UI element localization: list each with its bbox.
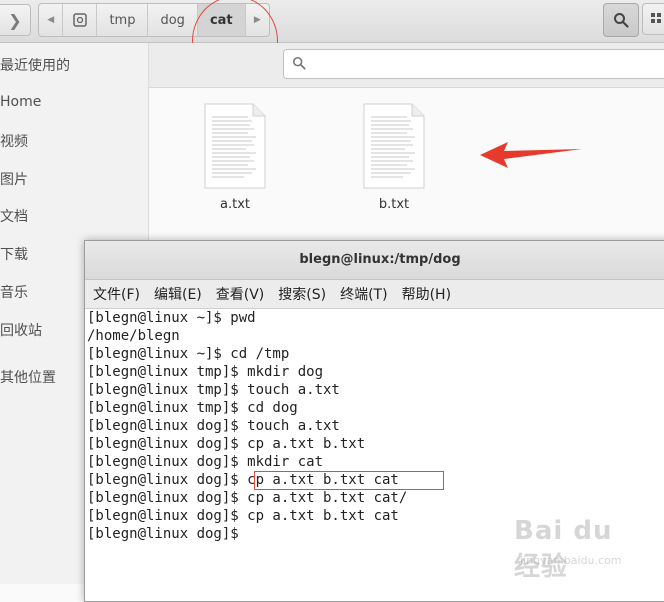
file-item-b-txt[interactable]: b.txt	[354, 103, 434, 212]
terminal-line: [blegn@linux dog]$ touch a.txt	[87, 418, 340, 434]
text-file-icon	[363, 103, 425, 189]
sidebar-item-music[interactable]: 音乐	[0, 282, 28, 302]
menu-view[interactable]: 查看(V)	[216, 284, 265, 304]
terminal-line: [blegn@linux dog]$ cp a.txt b.txt	[87, 436, 366, 452]
terminal-window[interactable]: blegn@linux:/tmp/dog 文件(F) 编辑(E) 查看(V) 搜…	[84, 240, 664, 602]
red-arrow-annotation	[480, 142, 582, 168]
terminal-titlebar[interactable]: blegn@linux:/tmp/dog	[85, 241, 664, 280]
terminal-line: [blegn@linux dog]$ cp a.txt b.txt cat	[87, 472, 399, 488]
path-segment-tmp[interactable]: tmp	[97, 4, 149, 36]
menu-file[interactable]: 文件(F)	[93, 284, 140, 304]
terminal-title: blegn@linux:/tmp/dog	[299, 252, 461, 267]
drive-icon	[73, 13, 87, 27]
menu-help[interactable]: 帮助(H)	[402, 284, 451, 304]
sidebar-item-home[interactable]: Home	[0, 94, 41, 110]
search-icon	[292, 56, 306, 70]
file-name: a.txt	[220, 197, 250, 212]
terminal-line: [blegn@linux dog]$ cp a.txt b.txt cat/	[87, 490, 408, 506]
terminal-line: [blegn@linux ~]$ cd /tmp	[87, 346, 290, 362]
path-segment-dog[interactable]: dog	[148, 4, 198, 36]
search-input[interactable]	[283, 49, 664, 79]
search-icon	[614, 13, 629, 28]
sidebar-item-documents[interactable]: 文档	[0, 206, 28, 226]
menu-edit[interactable]: 编辑(E)	[154, 284, 202, 304]
file-name: b.txt	[378, 197, 410, 212]
chevron-right-icon: ❯	[8, 10, 22, 30]
terminal-menubar: 文件(F) 编辑(E) 查看(V) 搜索(S) 终端(T) 帮助(H)	[85, 280, 664, 309]
path-segment-cat[interactable]: cat	[197, 4, 245, 36]
terminal-line: /home/blegn	[87, 328, 180, 344]
terminal-line: [blegn@linux tmp]$ cd dog	[87, 400, 298, 416]
terminal-output[interactable]: [blegn@linux ~]$ pwd /home/blegn [blegn@…	[87, 309, 664, 601]
path-bar: ◀ tmp dog cat ▶	[38, 3, 270, 37]
sidebar-item-recent[interactable]: 最近使用的	[0, 55, 70, 75]
sidebar-item-pictures[interactable]: 图片	[0, 169, 28, 189]
sidebar-item-other-locations[interactable]: 其他位置	[0, 367, 56, 387]
file-item-a-txt[interactable]: a.txt	[195, 103, 275, 212]
menu-search[interactable]: 搜索(S)	[278, 284, 326, 304]
terminal-line: [blegn@linux dog]$	[87, 526, 248, 542]
sidebar-item-downloads[interactable]: 下载	[0, 244, 28, 264]
search-bar	[149, 43, 664, 88]
terminal-line: [blegn@linux dog]$ mkdir cat	[87, 454, 324, 470]
path-scroll-left-icon[interactable]: ◀	[39, 4, 64, 36]
forward-button[interactable]: ❯	[0, 4, 31, 36]
path-scroll-right-icon[interactable]: ▶	[244, 4, 269, 36]
terminal-line: [blegn@linux ~]$ pwd	[87, 310, 256, 326]
terminal-line: [blegn@linux tmp]$ mkdir dog	[87, 364, 324, 380]
view-grid-icon	[651, 13, 661, 23]
menu-terminal[interactable]: 终端(T)	[340, 284, 387, 304]
sidebar-item-videos[interactable]: 视频	[0, 131, 28, 151]
terminal-line: [blegn@linux dog]$ cp a.txt b.txt cat	[87, 508, 399, 524]
text-file-icon	[204, 103, 266, 189]
path-segment-root[interactable]	[63, 4, 98, 36]
header-bar: ❯ ◀ tmp dog cat ▶	[0, 0, 664, 43]
view-mode-button[interactable]	[642, 3, 664, 35]
search-toggle-button[interactable]	[603, 3, 639, 37]
sidebar-item-trash[interactable]: 回收站	[0, 320, 42, 340]
terminal-line: [blegn@linux tmp]$ touch a.txt	[87, 382, 340, 398]
